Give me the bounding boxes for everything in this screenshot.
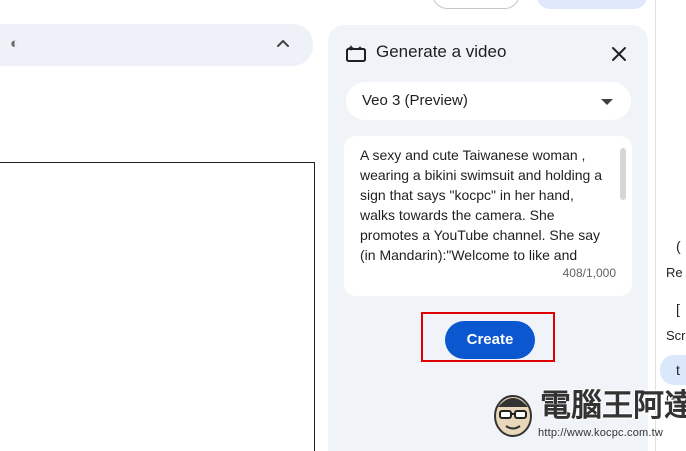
sidebar-item-re[interactable]: Re xyxy=(666,265,683,280)
prompt-scrollbar[interactable] xyxy=(620,148,626,200)
prompt-textarea[interactable]: A sexy and cute Taiwanese woman , wearin… xyxy=(360,145,605,265)
chevron-up-icon[interactable] xyxy=(273,34,293,54)
right-sidebar-fragment: ( Re [ Scr t Gen xyxy=(656,0,686,451)
canvas-box xyxy=(0,162,315,451)
create-button[interactable]: Create xyxy=(445,321,535,359)
generate-video-panel: Generate a video Veo 3 (Preview) A sexy … xyxy=(328,25,648,451)
chevron-up-svg xyxy=(277,40,289,47)
top-pill-button[interactable] xyxy=(432,0,520,9)
video-sparkle-svg xyxy=(346,45,366,62)
contrast-icon[interactable]: ◐ xyxy=(10,36,26,52)
sidebar-icon-generate[interactable]: t xyxy=(676,363,684,377)
close-icon[interactable] xyxy=(607,42,631,66)
video-sparkle-icon xyxy=(346,44,366,62)
sidebar-item-scr[interactable]: Scr xyxy=(666,328,686,343)
sidebar-item-gen[interactable]: Gen xyxy=(666,391,686,406)
model-select[interactable]: Veo 3 (Preview) xyxy=(346,82,631,120)
screen: ◐ Generate a video Veo 3 (Preview) A sex… xyxy=(0,0,686,451)
sidebar-icon-recent[interactable]: ( xyxy=(676,239,684,253)
dropdown-arrow-icon xyxy=(601,99,613,105)
character-count: 408/1,000 xyxy=(562,266,616,280)
close-svg xyxy=(612,47,626,61)
prompt-box[interactable]: A sexy and cute Taiwanese woman , wearin… xyxy=(344,136,632,296)
model-select-value: Veo 3 (Preview) xyxy=(362,92,468,109)
left-toolbar: ◐ xyxy=(0,24,313,66)
top-primary-pill-button[interactable] xyxy=(536,0,648,9)
panel-title: Generate a video xyxy=(376,42,507,61)
create-highlight-box: Create xyxy=(421,312,555,362)
sidebar-icon-screen[interactable]: [ xyxy=(676,302,684,316)
